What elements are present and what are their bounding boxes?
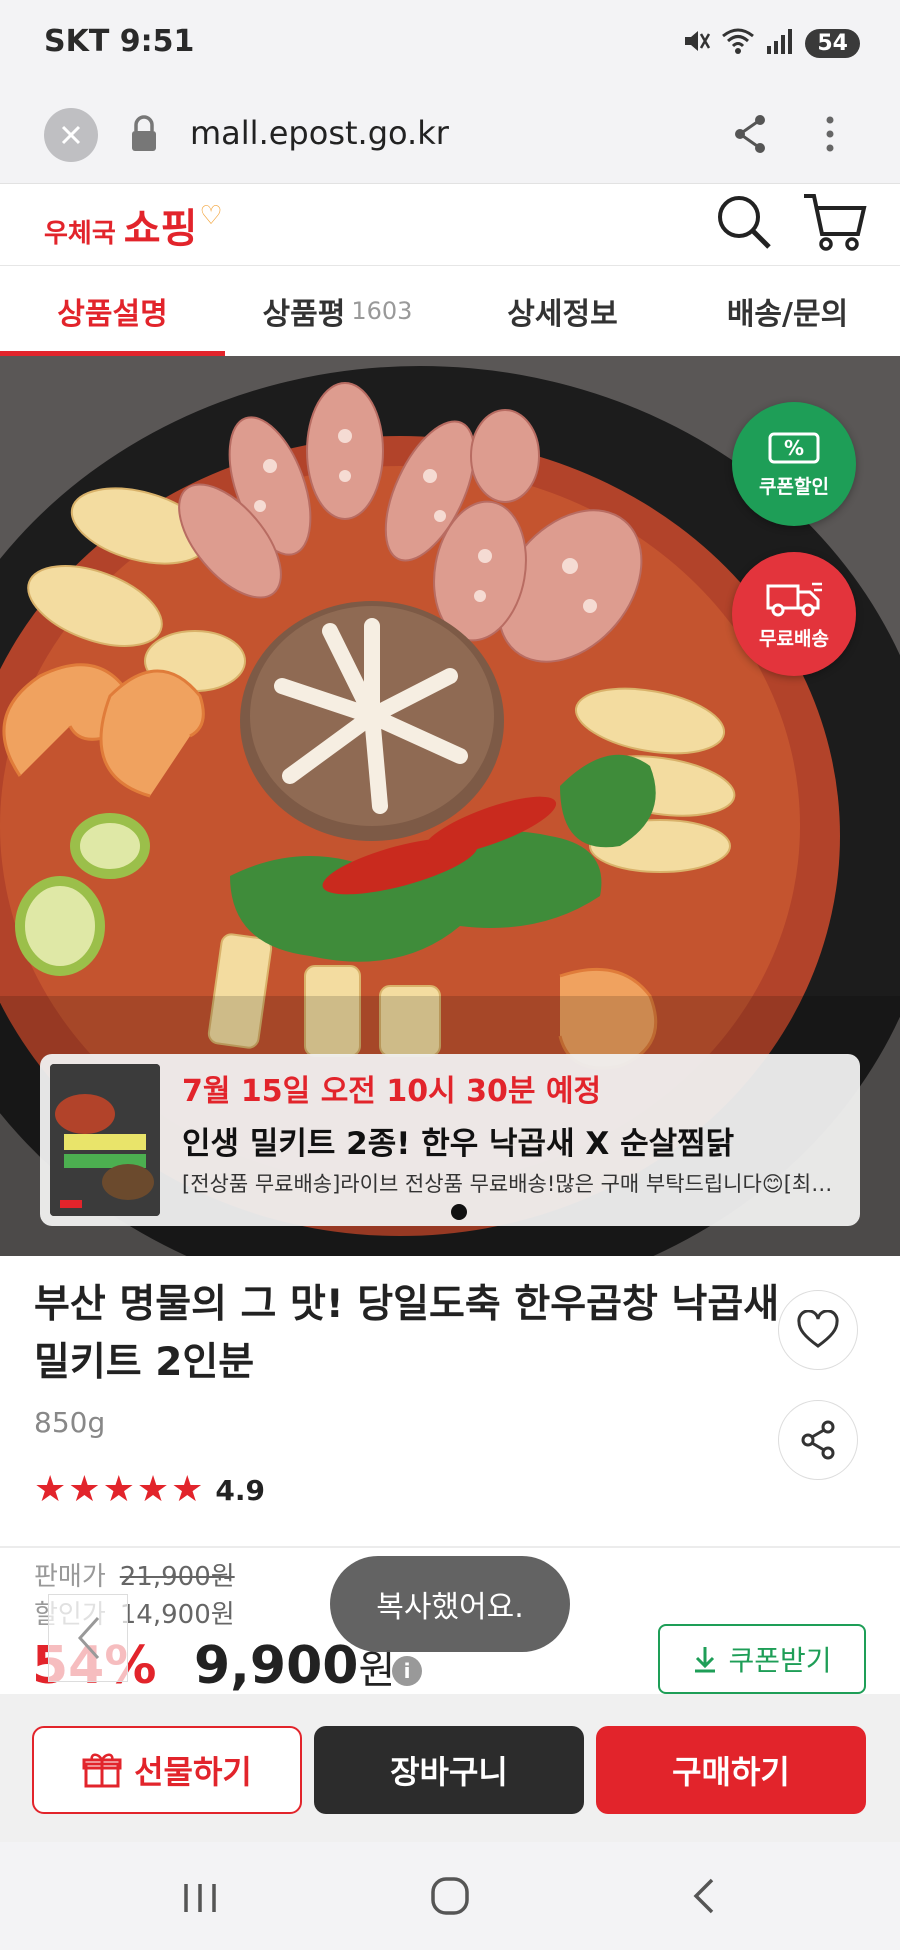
review-count: 1603 bbox=[351, 297, 413, 325]
sale-price-value: 21,900원 bbox=[119, 1562, 235, 1592]
tab-label: 상품설명 bbox=[57, 297, 168, 332]
signal-icon bbox=[765, 26, 795, 60]
search-icon bbox=[718, 196, 771, 249]
browser-url-bar: mall.epost.go.kr bbox=[0, 90, 900, 184]
truck-icon bbox=[766, 582, 822, 616]
final-price-value: 9,900 bbox=[194, 1636, 359, 1696]
close-tab-button[interactable] bbox=[44, 108, 98, 162]
share-icon bbox=[735, 115, 765, 153]
lock-icon bbox=[128, 114, 160, 158]
product-weight: 850g bbox=[34, 1406, 106, 1439]
product-title: 부산 명물의 그 맛! 당일도축 한우곱창 낙곱새 밀키트 2인분 bbox=[34, 1282, 780, 1385]
system-nav-bar bbox=[0, 1842, 900, 1950]
product-tabs: 상품설명 상품평 1603 상세정보 배송/문의 bbox=[0, 266, 900, 356]
product-share-button[interactable] bbox=[778, 1400, 858, 1480]
star-icon: ★ bbox=[171, 1469, 204, 1510]
logo-text-big: 쇼핑 bbox=[123, 206, 198, 252]
carousel-indicator[interactable] bbox=[451, 1204, 467, 1220]
star-icon: ★ bbox=[136, 1469, 170, 1510]
recent-apps-icon bbox=[184, 1884, 216, 1912]
add-to-cart-button[interactable]: 장바구니 bbox=[314, 1726, 584, 1814]
product-image[interactable]: % 쿠폰할인 무료배송 7월 15일 오전 10시 30분 예정 인생 밀키트 … bbox=[0, 356, 900, 1256]
tab-label: 상세정보 bbox=[507, 297, 618, 332]
tab-details[interactable]: 상세정보 bbox=[450, 266, 675, 356]
get-coupon-button[interactable]: 쿠폰받기 bbox=[658, 1624, 866, 1694]
live-broadcast-banner[interactable]: 7월 15일 오전 10시 30분 예정 인생 밀키트 2종! 한우 낙곱새 X… bbox=[40, 1054, 860, 1226]
download-icon bbox=[695, 1647, 716, 1673]
wifi-icon bbox=[721, 26, 755, 60]
coupon-discount-badge[interactable]: % 쿠폰할인 bbox=[732, 402, 856, 526]
sale-price-label: 판매가 bbox=[34, 1562, 106, 1592]
url-text[interactable]: mall.epost.go.kr bbox=[190, 114, 449, 152]
tab-label: 배송/문의 bbox=[726, 297, 849, 332]
cart-icon bbox=[804, 194, 867, 251]
gift-button[interactable]: 선물하기 bbox=[32, 1726, 302, 1814]
discount-price-value: 14,900원 bbox=[119, 1600, 235, 1630]
live-thumbnail bbox=[50, 1064, 160, 1216]
tab-label: 상품평 bbox=[262, 297, 346, 332]
site-logo[interactable]: 우체국 쇼핑 ♡ bbox=[44, 196, 223, 254]
final-price-unit: 원 bbox=[358, 1647, 396, 1693]
price-info-icon[interactable]: i bbox=[392, 1656, 422, 1686]
svg-text:%: % bbox=[784, 436, 804, 460]
cart-button-label: 장바구니 bbox=[390, 1753, 508, 1791]
rating-value: 4.9 bbox=[215, 1473, 266, 1507]
tab-shipping-inquiry[interactable]: 배송/문의 bbox=[675, 266, 900, 356]
back-icon bbox=[693, 1878, 714, 1914]
buy-now-button[interactable]: 구매하기 bbox=[596, 1726, 866, 1814]
mute-icon bbox=[681, 26, 711, 60]
live-description: [전상품 무료배송]라이브 전상품 무료배송!많은 구매 부탁드립니다😊[최대 … bbox=[182, 1172, 850, 1196]
live-schedule-date: 7월 15일 오전 10시 30분 예정 bbox=[182, 1074, 602, 1109]
status-icons: 54 bbox=[681, 26, 860, 60]
logo-text-small: 우체국 bbox=[44, 219, 116, 249]
coupon-badge-label: 쿠폰할인 bbox=[759, 475, 829, 498]
more-vertical-icon bbox=[826, 116, 834, 152]
site-header: 우체국 쇼핑 ♡ bbox=[0, 184, 900, 266]
wishlist-button[interactable] bbox=[778, 1290, 858, 1370]
heart-icon bbox=[797, 1310, 839, 1348]
star-icon: ★ bbox=[34, 1469, 67, 1510]
shipping-badge-label: 무료배송 bbox=[759, 627, 829, 650]
prev-arrow-button[interactable] bbox=[48, 1594, 128, 1682]
logo-heart-icon: ♡ bbox=[199, 201, 223, 231]
toast-message: 복사했어요. bbox=[330, 1556, 570, 1652]
sale-price-row: 판매가 21,900원 bbox=[34, 1556, 235, 1593]
free-shipping-badge[interactable]: 무료배송 bbox=[732, 552, 856, 676]
tab-description[interactable]: 상품설명 bbox=[0, 266, 225, 356]
star-icon: ★ bbox=[102, 1469, 135, 1510]
bottom-action-bar: 선물하기 장바구니 구매하기 bbox=[0, 1694, 900, 1842]
divider bbox=[0, 1546, 900, 1548]
browser-share-button[interactable] bbox=[730, 112, 770, 160]
gift-icon bbox=[82, 1753, 122, 1788]
buy-button-label: 구매하기 bbox=[672, 1753, 790, 1791]
chevron-left-icon bbox=[77, 1616, 100, 1660]
back-button[interactable] bbox=[688, 1874, 718, 1922]
tab-reviews[interactable]: 상품평 1603 bbox=[225, 266, 450, 356]
star-icon: ★ bbox=[68, 1469, 101, 1510]
home-button[interactable] bbox=[428, 1874, 472, 1922]
browser-menu-button[interactable] bbox=[820, 112, 840, 160]
cart-button[interactable] bbox=[800, 190, 870, 258]
share-icon bbox=[801, 1420, 835, 1460]
carrier-time: SKT 9:51 bbox=[44, 24, 195, 59]
recent-apps-button[interactable] bbox=[180, 1878, 220, 1922]
battery-indicator: 54 bbox=[805, 28, 860, 58]
gift-button-label: 선물하기 bbox=[134, 1753, 252, 1791]
close-icon bbox=[61, 125, 81, 145]
product-rating[interactable]: ★ ★ ★ ★ ★ 4.9 bbox=[34, 1472, 265, 1508]
home-icon bbox=[431, 1877, 469, 1915]
status-bar: SKT 9:51 54 bbox=[0, 0, 900, 90]
coupon-percent-icon: % bbox=[768, 432, 820, 463]
coupon-button-label: 쿠폰받기 bbox=[728, 1644, 832, 1677]
live-title: 인생 밀키트 2종! 한우 낙곱새 X 순살찜닭 bbox=[182, 1126, 735, 1162]
search-button[interactable] bbox=[712, 190, 776, 258]
